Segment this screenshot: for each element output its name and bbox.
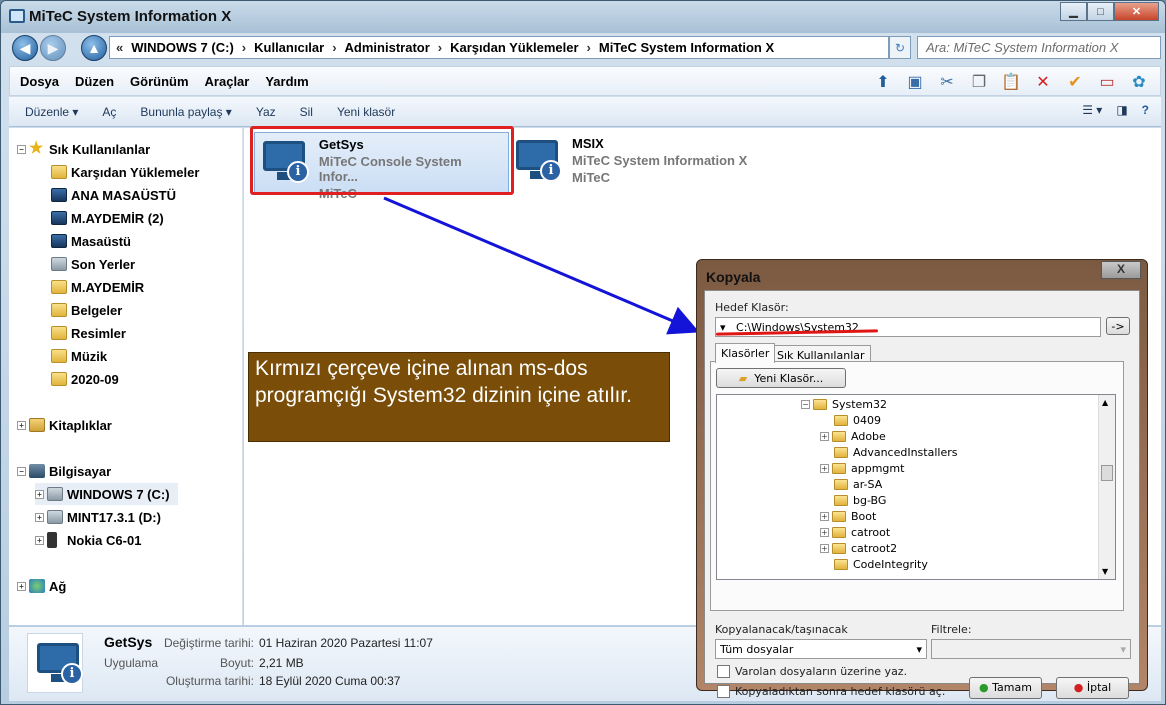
tab-folders[interactable]: Klasörler [715,343,776,363]
tree-item[interactable]: + appmgmt [820,460,904,476]
filter-select[interactable]: ▾ [931,639,1131,659]
folder-icon [832,542,846,554]
dialog-title: Kopyala [706,269,761,285]
folder-icon [834,414,848,426]
new-folder-button[interactable]: ▰ Yeni Klasör... [716,368,846,388]
copy-type-select[interactable]: Tüm dosyalar ▾ [715,639,927,659]
tree-item[interactable]: 0409 [834,412,881,428]
tree-item[interactable]: CodeIntegrity [834,556,928,572]
tree-scrollbar[interactable]: ▲ ▼ [1098,395,1115,579]
folder-icon [834,558,848,570]
filter-label: Filtrele: [931,623,972,636]
dialog-body: Hedef Klasör: ▾ C:\Windows\System32 -> K… [704,290,1140,699]
cancel-button[interactable]: ● İptal [1056,677,1129,699]
copy-dialog: Kopyala X Hedef Klasör: ▾ C:\Windows\Sys… [696,259,1148,699]
tree-item[interactable]: ar-SA [834,476,882,492]
folders-pane: ▰ Yeni Klasör... − System32 0409 + Adobe A… [710,361,1124,611]
folder-icon [834,494,848,506]
annotation-note: Kırmızı çerçeve içine alınan ms-dos prog… [248,352,670,442]
folder-icon [832,526,846,538]
folder-icon [834,446,848,458]
tree-item[interactable]: AdvancedInstallers [834,444,957,460]
copy-label: Kopyalanacak/taşınacak [715,623,848,636]
tree-item[interactable]: + Boot [820,508,876,524]
folder-icon [832,430,846,442]
tree-item[interactable]: + catroot [820,524,890,540]
tree-item[interactable]: − System32 [801,396,887,412]
open-after-label: Kopyaladıktan sonra hedef klasörü aç. [735,685,946,698]
folder-icon [832,462,846,474]
overwrite-label: Varolan dosyaların üzerine yaz. [735,665,908,678]
tree-item[interactable]: + Adobe [820,428,886,444]
tree-item[interactable]: bg-BG [834,492,886,508]
folder-icon [834,478,848,490]
ok-button[interactable]: ● Tamam [969,677,1042,699]
folder-icon [813,398,827,410]
dialog-close-button[interactable]: X [1101,261,1141,279]
target-folder-label: Hedef Klasör: [715,301,789,314]
open-after-checkbox[interactable] [717,685,730,698]
go-button[interactable]: -> [1106,317,1130,335]
folder-tree: − System32 0409 + Adobe AdvancedInstallers… [716,394,1116,580]
folder-icon [832,510,846,522]
overwrite-checkbox[interactable] [717,665,730,678]
tree-item[interactable]: + catroot2 [820,540,897,556]
